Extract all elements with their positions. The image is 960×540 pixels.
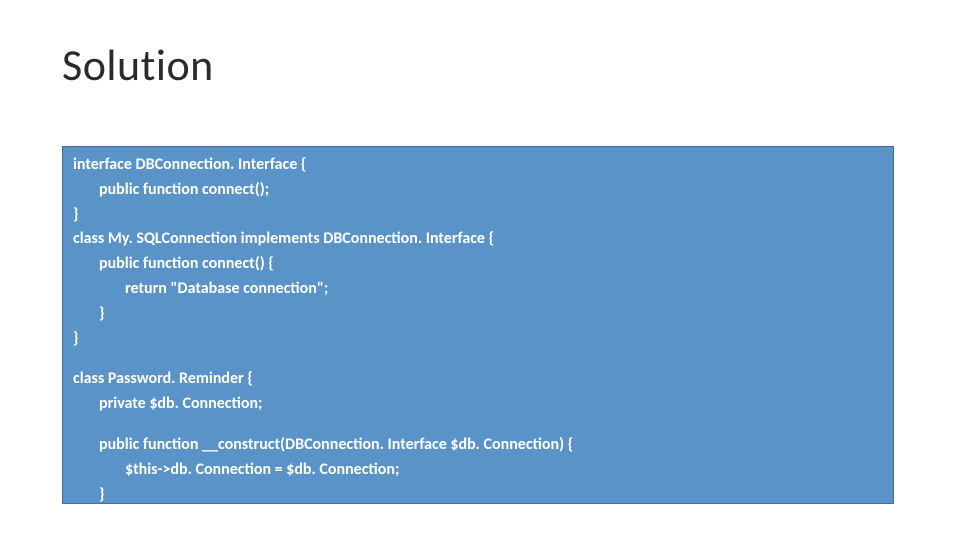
code-line: public function connect(); (73, 178, 883, 203)
blank-line (73, 351, 883, 367)
code-line: class My. SQLConnection implements DBCon… (73, 227, 883, 252)
code-line: } (73, 302, 883, 327)
code-line: $this->db. Connection = $db. Connection; (73, 458, 883, 483)
code-line: } (73, 483, 883, 508)
code-line: public function __construct(DBConnection… (73, 433, 883, 458)
code-line: } (73, 327, 883, 352)
code-line: interface DBConnection. Interface { (73, 153, 883, 178)
blank-line (73, 417, 883, 433)
code-line: } (73, 203, 883, 228)
code-line: private $db. Connection; (73, 392, 883, 417)
code-line: public function connect() { (73, 252, 883, 277)
slide-title: Solution (62, 38, 214, 92)
code-line: return "Database connection"; (73, 277, 883, 302)
code-block: interface DBConnection. Interface { publ… (62, 146, 894, 504)
slide: Solution interface DBConnection. Interfa… (0, 0, 960, 540)
code-line: class Password. Reminder { (73, 367, 883, 392)
code-line: } (73, 507, 883, 532)
